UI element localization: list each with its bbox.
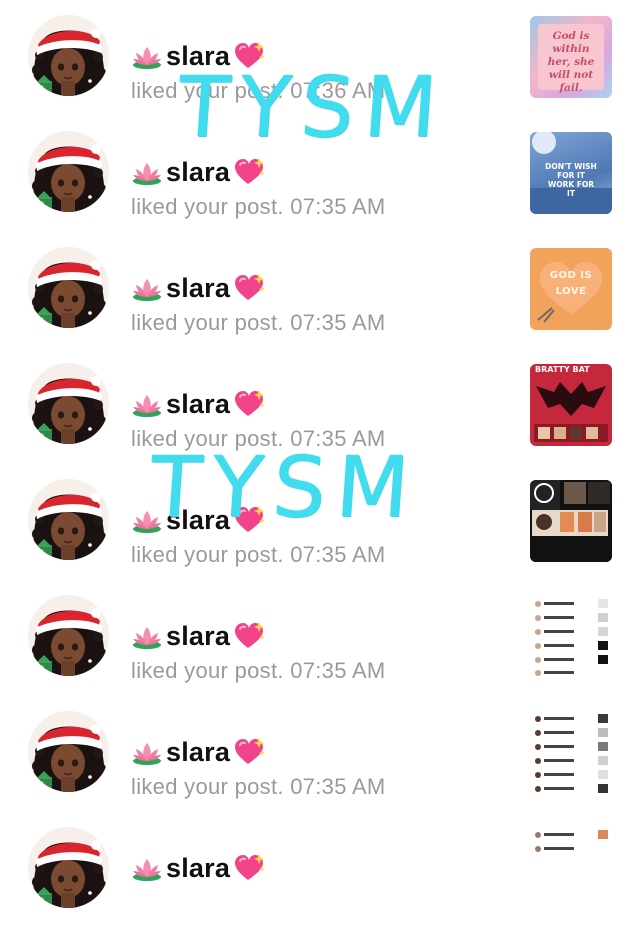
- avatar[interactable]: [28, 363, 109, 444]
- post-thumbnail[interactable]: [530, 596, 612, 678]
- post-thumbnail[interactable]: DON'T WISH FOR IT WORK FOR IT: [530, 132, 612, 214]
- notification-row[interactable]: slara liked your post. 07:35 AM: [0, 595, 640, 711]
- username-line: slara: [131, 619, 265, 653]
- bat-graphic: [534, 382, 608, 442]
- lotus-emoji-icon: [131, 737, 163, 767]
- lotus-emoji-icon: [131, 853, 163, 883]
- avatar[interactable]: [28, 595, 109, 676]
- post-thumbnail[interactable]: [530, 828, 612, 910]
- username-line: slara: [131, 271, 265, 305]
- collage-graphic: [530, 480, 612, 562]
- post-thumbnail[interactable]: [530, 712, 612, 794]
- avatar[interactable]: [28, 247, 109, 328]
- username[interactable]: slara: [166, 389, 230, 420]
- sparkling-heart-emoji-icon: [233, 157, 265, 187]
- screenshot-list-graphic: [530, 596, 612, 678]
- sparkling-heart-emoji-icon: [233, 737, 265, 767]
- screenshot-list-graphic: [530, 712, 612, 794]
- avatar[interactable]: [28, 711, 109, 792]
- lotus-emoji-icon: [131, 41, 163, 71]
- activity-text: liked your post. 07:35 AM: [131, 194, 386, 219]
- thumbnail-text: BRATTY BAT: [535, 365, 590, 374]
- avatar[interactable]: [28, 479, 109, 560]
- username[interactable]: slara: [166, 273, 230, 304]
- activity-feed: slara liked your post. 07:36 AM God is w…: [0, 0, 640, 910]
- lotus-emoji-icon: [131, 157, 163, 187]
- lotus-emoji-icon: [131, 273, 163, 303]
- thumbnail-text: DON'T WISH FOR IT WORK FOR IT: [545, 162, 597, 198]
- avatar[interactable]: [28, 15, 109, 96]
- timestamp: 07:35 AM: [290, 194, 386, 219]
- username-line: slara: [131, 735, 265, 769]
- lotus-emoji-icon: [131, 621, 163, 651]
- screenshot-list-graphic: [530, 828, 612, 910]
- post-thumbnail[interactable]: BRATTY BAT: [530, 364, 612, 446]
- thumbnail-text: GOD IS LOVE: [549, 270, 593, 297]
- thumbnail-text: God is within her, she will not fail.: [547, 30, 595, 94]
- username[interactable]: slara: [166, 157, 230, 188]
- activity-text: liked your post. 07:35 AM: [131, 310, 386, 335]
- username-line: slara: [131, 851, 265, 885]
- username[interactable]: slara: [166, 853, 230, 884]
- username[interactable]: slara: [166, 621, 230, 652]
- post-thumbnail[interactable]: God is within her, she will not fail.: [530, 16, 612, 98]
- sparkling-heart-emoji-icon: [233, 621, 265, 651]
- post-thumbnail[interactable]: GOD IS LOVE: [530, 248, 612, 330]
- tysm-overlay-text: TYSM: [146, 438, 422, 536]
- sparkling-heart-emoji-icon: [233, 273, 265, 303]
- username-line: slara: [131, 387, 265, 421]
- username-line: slara: [131, 155, 265, 189]
- tysm-overlay-text: TYSM: [174, 58, 450, 156]
- post-thumbnail[interactable]: [530, 480, 612, 562]
- notification-row[interactable]: slara: [0, 827, 640, 943]
- activity-text: liked your post. 07:35 AM: [131, 542, 386, 567]
- timestamp: 07:35 AM: [290, 658, 386, 683]
- timestamp: 07:35 AM: [290, 774, 386, 799]
- avatar[interactable]: [28, 827, 109, 908]
- timestamp: 07:35 AM: [290, 310, 386, 335]
- notification-row[interactable]: slara liked your post. 07:35 AM GOD IS L…: [0, 247, 640, 363]
- sparkling-heart-emoji-icon: [233, 389, 265, 419]
- notification-row[interactable]: slara liked your post. 07:35 AM: [0, 711, 640, 827]
- timestamp: 07:35 AM: [290, 542, 386, 567]
- avatar[interactable]: [28, 131, 109, 212]
- activity-text: liked your post. 07:35 AM: [131, 774, 386, 799]
- username[interactable]: slara: [166, 737, 230, 768]
- lotus-emoji-icon: [131, 389, 163, 419]
- sparkling-heart-emoji-icon: [233, 853, 265, 883]
- activity-text: liked your post. 07:35 AM: [131, 658, 386, 683]
